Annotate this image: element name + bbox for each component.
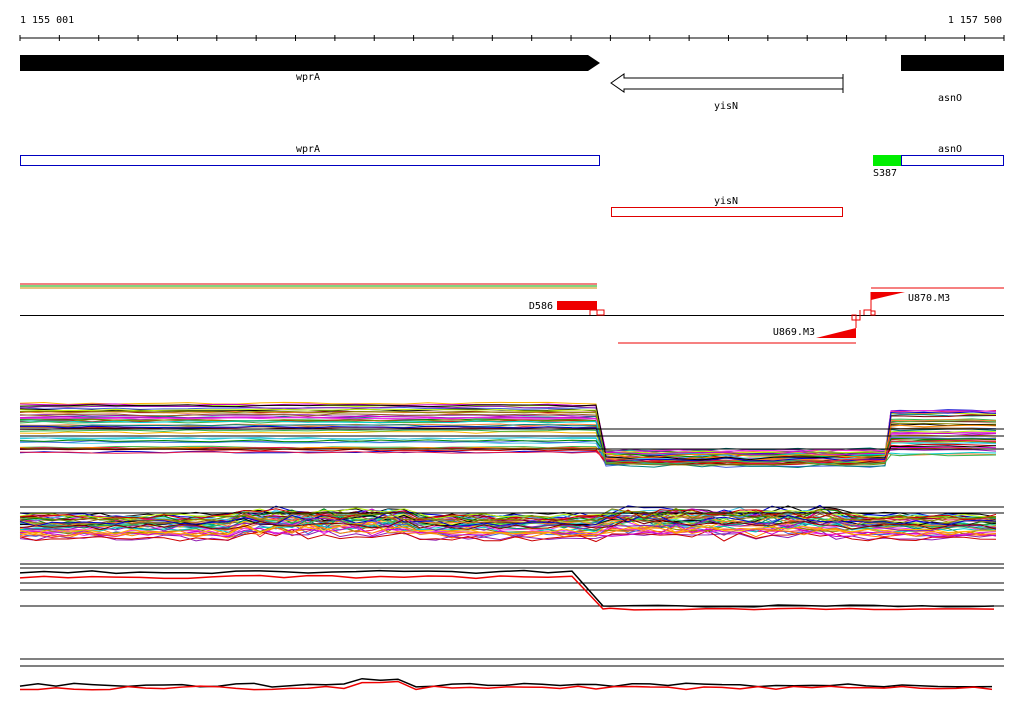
feature-label-U870: U870.M3	[908, 293, 950, 304]
feature-flag-U869[interactable]	[816, 328, 856, 338]
annotation-box-S387[interactable]	[873, 155, 901, 166]
expression-panel-2	[19, 504, 1004, 543]
ruler-end-label: 1 157 500	[948, 15, 1002, 26]
feature-step-D586	[589, 309, 605, 316]
ruler-start-label: 1 155 001	[20, 15, 74, 26]
annotation-box-wprA[interactable]	[20, 155, 600, 166]
feature-step-U869	[851, 310, 861, 328]
gene-arrow-wprA[interactable]	[20, 55, 600, 71]
feature-label-D586: D586	[529, 301, 553, 312]
gene-block-asnO[interactable]	[901, 55, 1004, 71]
annotation-label-asnO: asnO	[938, 144, 962, 155]
feature-flag-U870[interactable]	[871, 292, 905, 300]
expression-panel-3	[19, 563, 1004, 611]
annotation-box-yisN[interactable]	[611, 207, 843, 217]
gene-label-yisN: yisN	[714, 101, 738, 112]
expression-series-line	[19, 677, 993, 688]
gene-label-wprA: wprA	[296, 72, 320, 83]
expression-panel-4	[19, 658, 1004, 691]
feature-block-D586[interactable]	[557, 301, 597, 310]
annotation-label-yisN: yisN	[714, 196, 738, 207]
annotation-label-wprA: wprA	[296, 144, 320, 155]
gene-arrow-yisN[interactable]	[610, 73, 844, 93]
expression-panel-1	[19, 401, 1004, 469]
feature-label-U869: U869.M3	[773, 327, 815, 338]
annotation-box-asnO[interactable]	[901, 155, 1004, 166]
annotation-label-S387: S387	[873, 168, 897, 179]
gene-label-asnO: asnO	[938, 93, 962, 104]
genome-browser-canvas: 1 155 001 1 157 500 wprA yisN asnO wprA …	[19, 15, 1005, 691]
